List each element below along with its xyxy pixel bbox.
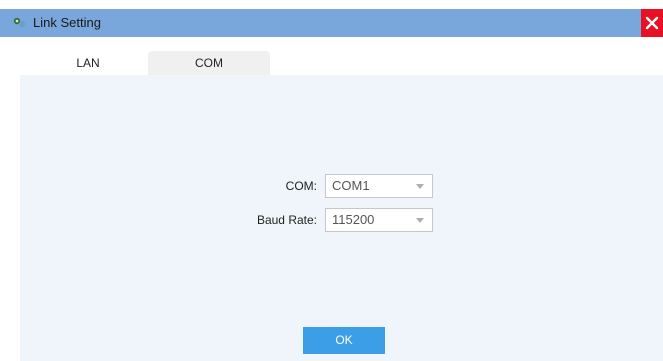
close-button[interactable] — [641, 9, 663, 37]
tab-lan[interactable]: LAN — [62, 51, 114, 75]
tab-com[interactable]: COM — [148, 51, 270, 75]
chevron-down-icon — [416, 218, 424, 223]
baud-rate-select[interactable]: 115200 — [325, 208, 433, 232]
baud-rate-label: Baud Rate: — [256, 213, 317, 227]
title-bar: Link Setting — [0, 9, 663, 37]
com-select[interactable]: COM1 — [325, 174, 433, 198]
chevron-down-icon — [416, 184, 424, 189]
ok-button[interactable]: OK — [303, 327, 385, 354]
com-settings-panel: COM: COM1 Baud Rate: 115200 OK — [20, 75, 663, 361]
com-select-value: COM1 — [332, 178, 370, 193]
close-icon — [645, 16, 659, 30]
connection-icon — [13, 17, 26, 28]
com-label: COM: — [285, 179, 317, 193]
baud-rate-select-value: 115200 — [332, 212, 375, 227]
window-title: Link Setting — [33, 15, 101, 30]
